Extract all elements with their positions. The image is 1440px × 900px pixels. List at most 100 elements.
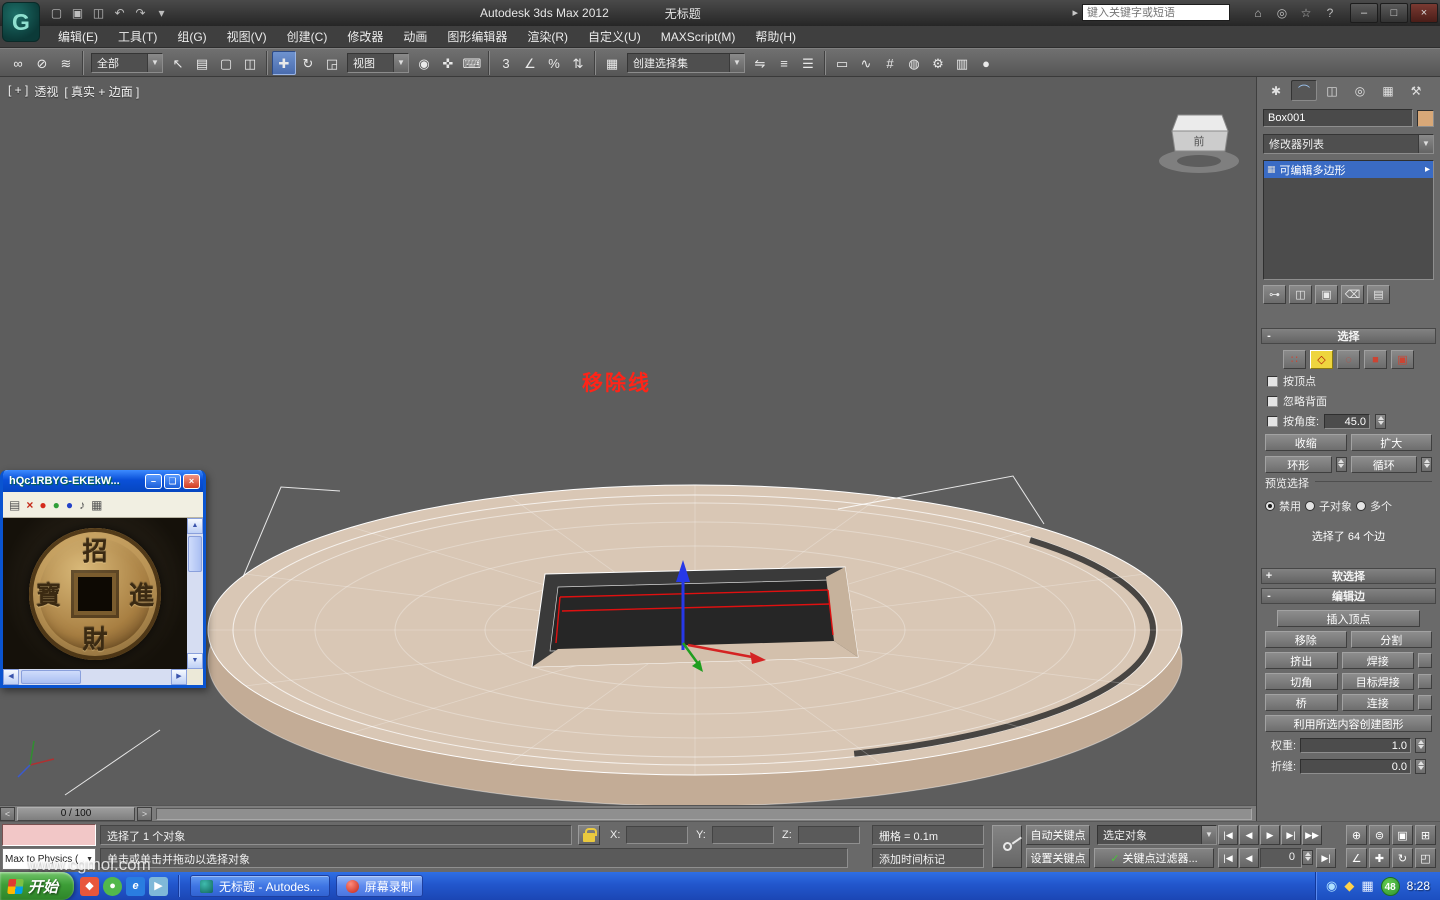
- start-button[interactable]: 开始: [0, 872, 75, 900]
- keyboard-override-icon[interactable]: ⌨: [460, 51, 484, 75]
- x-coordinate-field[interactable]: [626, 826, 688, 844]
- reference-coordinate-dropdown[interactable]: 视图 ▼: [347, 52, 409, 73]
- by-vertex-checkbox[interactable]: 按顶点: [1267, 373, 1430, 389]
- search-flyout-icon[interactable]: ▸: [1072, 6, 1078, 19]
- blue-dot-button[interactable]: ●: [66, 498, 73, 512]
- bridge-button[interactable]: 桥: [1265, 694, 1338, 711]
- make-unique-icon[interactable]: ▣: [1315, 285, 1338, 304]
- frame-spinner[interactable]: [1302, 850, 1313, 865]
- window-crossing-icon[interactable]: ◫: [238, 51, 262, 75]
- zoom-extents-all-icon[interactable]: ⊞: [1415, 825, 1436, 845]
- 3dsmax-logo-icon[interactable]: G: [2, 2, 40, 42]
- volume-icon[interactable]: ♪: [79, 498, 85, 512]
- maximize-viewport-icon[interactable]: ◰: [1415, 848, 1436, 868]
- split-button[interactable]: 分割: [1350, 631, 1432, 648]
- border-mode-icon[interactable]: ◌: [1337, 350, 1360, 369]
- angle-value-field[interactable]: 45.0: [1324, 413, 1371, 429]
- y-coordinate-field[interactable]: [712, 826, 774, 844]
- track-bar-ruler[interactable]: [156, 807, 1252, 820]
- menu-views[interactable]: 视图(V): [217, 26, 277, 47]
- graphite-ribbon-icon[interactable]: ▭: [830, 51, 854, 75]
- next-frame-button[interactable]: ▶|: [1281, 825, 1301, 845]
- create-shape-button[interactable]: 利用所选内容创建图形: [1265, 715, 1432, 732]
- menu-group[interactable]: 组(G): [167, 26, 216, 47]
- open-file-icon[interactable]: ▣: [67, 0, 88, 26]
- next-frame-arrow[interactable]: >: [137, 806, 152, 821]
- quick-launch-icon-2[interactable]: ●: [103, 876, 123, 896]
- element-mode-icon[interactable]: ▣: [1391, 350, 1414, 369]
- rectangular-selection-icon[interactable]: ▢: [214, 51, 238, 75]
- time-slider-handle[interactable]: 0 / 100: [17, 806, 135, 821]
- zoom-extents-icon[interactable]: ▣: [1392, 825, 1413, 845]
- close-button[interactable]: ×: [1410, 3, 1438, 23]
- viewport-pov-menu[interactable]: 透视: [34, 83, 58, 100]
- chamfer-settings-button[interactable]: [1418, 674, 1432, 689]
- maximize-button[interactable]: □: [1380, 3, 1408, 23]
- tab-create[interactable]: ✱: [1263, 80, 1289, 101]
- loop-button[interactable]: 循环: [1350, 456, 1417, 473]
- play-animation-button[interactable]: ▶: [1260, 825, 1280, 845]
- vertex-mode-icon[interactable]: ∷: [1283, 350, 1306, 369]
- menu-maxscript[interactable]: MAXScript(M): [651, 26, 746, 47]
- ring-button[interactable]: 环形: [1265, 456, 1332, 473]
- set-key-button[interactable]: 设置关键点: [1026, 848, 1090, 868]
- minimize-button[interactable]: –: [1350, 3, 1378, 23]
- win-minimize-button[interactable]: –: [145, 473, 162, 489]
- remove-button[interactable]: 移除: [1265, 631, 1347, 648]
- menu-modifiers[interactable]: 修改器: [337, 26, 393, 47]
- scroll-up-icon[interactable]: ▲: [187, 518, 203, 534]
- polygon-mode-icon[interactable]: ■: [1364, 350, 1387, 369]
- material-editor-icon[interactable]: ◍: [902, 51, 926, 75]
- curve-editor-icon[interactable]: ∿: [854, 51, 878, 75]
- preview-subobject-radio[interactable]: [1305, 501, 1315, 511]
- add-time-tag[interactable]: 添加时间标记: [872, 848, 984, 868]
- hscroll-thumb[interactable]: [21, 670, 81, 684]
- previous-frame-arrow[interactable]: <: [0, 806, 15, 821]
- key-mode-toggle-button[interactable]: |◀: [1218, 848, 1238, 868]
- select-and-scale-icon[interactable]: ◲: [320, 51, 344, 75]
- delete-icon[interactable]: ×: [26, 498, 33, 512]
- menu-graph-editors[interactable]: 图形编辑器: [437, 26, 517, 47]
- perspective-viewport[interactable]: 前 [ + ] 透视 [ 真实 + 边面 ] 移除线: [0, 77, 1256, 805]
- rollout-soft-selection-header[interactable]: + 软选择: [1261, 568, 1436, 584]
- scroll-right-icon[interactable]: ▶: [171, 669, 187, 685]
- grid-icon[interactable]: ▦: [91, 498, 102, 512]
- scroll-left-icon[interactable]: ◀: [3, 669, 19, 685]
- previous-frame-button[interactable]: ◀: [1239, 825, 1259, 845]
- quick-launch-icon-3[interactable]: e: [126, 876, 146, 896]
- dropdown-arrow-icon[interactable]: ▼: [1418, 135, 1433, 153]
- object-color-swatch[interactable]: [1417, 109, 1434, 127]
- tray-icon-security[interactable]: ◆: [1344, 878, 1354, 894]
- layer-manager-icon[interactable]: ☰: [796, 51, 820, 75]
- previous-key-button[interactable]: ◀: [1239, 848, 1259, 868]
- key-filter-selection-dropdown[interactable]: 选定对象 ▼: [1097, 825, 1217, 845]
- tab-motion[interactable]: ◎: [1347, 80, 1373, 101]
- image-window-titlebar[interactable]: hQc1RBYG-EKEkW... – ❏ ×: [3, 470, 203, 492]
- grow-button[interactable]: 扩大: [1350, 434, 1432, 451]
- snap-toggle-3d-icon[interactable]: 3: [494, 51, 518, 75]
- go-to-end-button[interactable]: ▶▶: [1302, 825, 1322, 845]
- use-pivot-center-icon[interactable]: ◉: [412, 51, 436, 75]
- modifier-list-dropdown[interactable]: 修改器列表 ▼: [1263, 134, 1434, 154]
- selection-lock-button[interactable]: [578, 825, 600, 845]
- dropdown-arrow-icon[interactable]: ▼: [147, 53, 162, 72]
- set-key-mode-button[interactable]: [992, 825, 1022, 868]
- render-setup-icon[interactable]: ⚙: [926, 51, 950, 75]
- quick-launch-icon-1[interactable]: ◆: [80, 876, 100, 896]
- macro-recorder-field[interactable]: [2, 824, 96, 846]
- tray-icon-input-method[interactable]: ▦: [1361, 878, 1373, 894]
- stack-item-editable-poly[interactable]: ▦ 可编辑多边形 ▸: [1264, 161, 1433, 178]
- ignore-backfacing-checkbox[interactable]: 忽略背面: [1267, 393, 1430, 409]
- angle-snap-icon[interactable]: ∠: [518, 51, 542, 75]
- tab-modify[interactable]: ⌒: [1291, 80, 1317, 101]
- win-close-button[interactable]: ×: [183, 473, 200, 489]
- crease-spinner[interactable]: [1415, 758, 1426, 774]
- unlink-selection-icon[interactable]: ⊘: [30, 51, 54, 75]
- dropdown-arrow-icon[interactable]: ▼: [1201, 826, 1216, 844]
- dropdown-arrow-icon[interactable]: ▼: [393, 53, 408, 72]
- angle-spinner[interactable]: [1375, 413, 1387, 429]
- viewcube[interactable]: 前: [1159, 114, 1239, 173]
- search-input[interactable]: [1082, 4, 1230, 21]
- z-coordinate-field[interactable]: [798, 826, 860, 844]
- menu-rendering[interactable]: 渲染(R): [517, 26, 578, 47]
